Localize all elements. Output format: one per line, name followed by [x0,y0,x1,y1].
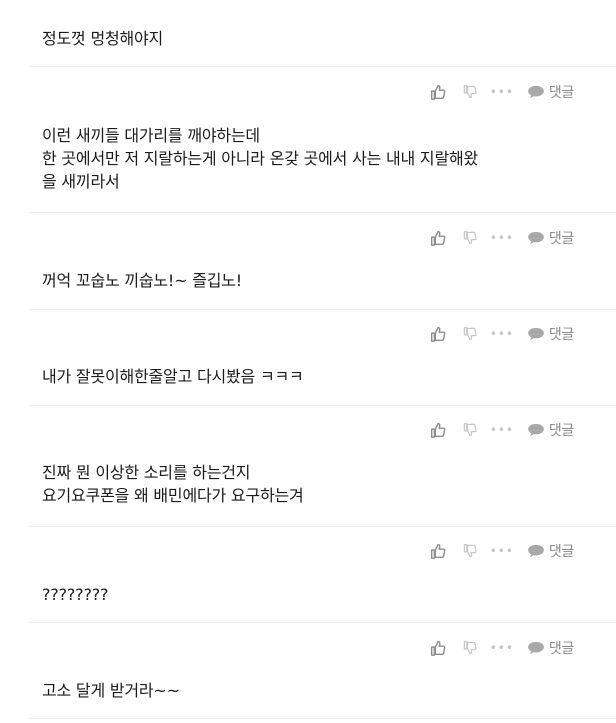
more-options-icon[interactable]: ••• [490,231,513,245]
reply-button[interactable]: 댓글 [527,82,574,102]
reply-label: 댓글 [548,327,574,343]
thumbs-up-icon[interactable] [428,325,448,343]
thumbs-down-icon[interactable] [460,640,480,656]
speech-bubble-icon [527,85,544,99]
reply-label: 댓글 [548,544,574,560]
reply-button[interactable]: 댓글 [527,638,574,658]
speech-bubble-icon [527,423,544,437]
reply-button[interactable]: 댓글 [527,420,574,440]
more-options-icon[interactable]: ••• [490,544,513,558]
reply-label: 댓글 [548,641,574,657]
reply-button[interactable]: 댓글 [527,324,574,344]
more-options-icon[interactable]: ••• [490,327,513,341]
comment-actions: ••• 댓글 [428,228,574,248]
comment-text: 이런 새끼들 대가리를 깨야하는데 한 곳에서만 저 지랄하는게 아니라 온갖 … [42,126,479,191]
comment-text: ???????? [42,585,109,604]
comment-text: 정도껏 멍청해야지 [42,29,164,48]
thumbs-up-icon[interactable] [428,229,448,247]
speech-bubble-icon [527,641,544,655]
comment-actions: ••• 댓글 [428,82,574,102]
comment-actions: ••• 댓글 [428,324,574,344]
thumbs-up-icon[interactable] [428,639,448,657]
reply-button[interactable]: 댓글 [527,541,574,561]
comment-text: 고소 달게 받거라~~ [42,681,180,700]
divider [30,405,616,406]
thumbs-down-icon[interactable] [460,84,480,100]
comment-actions: ••• 댓글 [428,638,574,658]
speech-bubble-icon [527,327,544,341]
thumbs-down-icon[interactable] [460,543,480,559]
reply-button[interactable]: 댓글 [527,228,574,248]
thumbs-down-icon[interactable] [460,422,480,438]
thumbs-up-icon[interactable] [428,83,448,101]
more-options-icon[interactable]: ••• [490,85,513,99]
divider [30,212,616,213]
thumbs-down-icon[interactable] [460,326,480,342]
divider [30,526,616,527]
thumbs-up-icon[interactable] [428,542,448,560]
thumbs-down-icon[interactable] [460,230,480,246]
speech-bubble-icon [527,544,544,558]
divider [30,66,616,67]
reply-label: 댓글 [548,231,574,247]
divider [30,309,616,310]
reply-label: 댓글 [548,423,574,439]
comment-text: 꺼억 꼬숩노 끼숩노!~ 즐깁노! [42,271,243,290]
comment-actions: ••• 댓글 [428,420,574,440]
comment-actions: ••• 댓글 [428,541,574,561]
reply-label: 댓글 [548,85,574,101]
divider [30,718,616,719]
more-options-icon[interactable]: ••• [490,641,513,655]
more-options-icon[interactable]: ••• [490,423,513,437]
speech-bubble-icon [527,231,544,245]
thumbs-up-icon[interactable] [428,421,448,439]
divider [30,622,616,623]
comment-text: 진짜 뭔 이상한 소리를 하는건지 요기요쿠폰을 왜 배민에다가 요구하는겨 [42,463,304,505]
comment-text: 내가 잘못이해한줄알고 다시봤음 ㅋㅋㅋ [42,367,304,386]
